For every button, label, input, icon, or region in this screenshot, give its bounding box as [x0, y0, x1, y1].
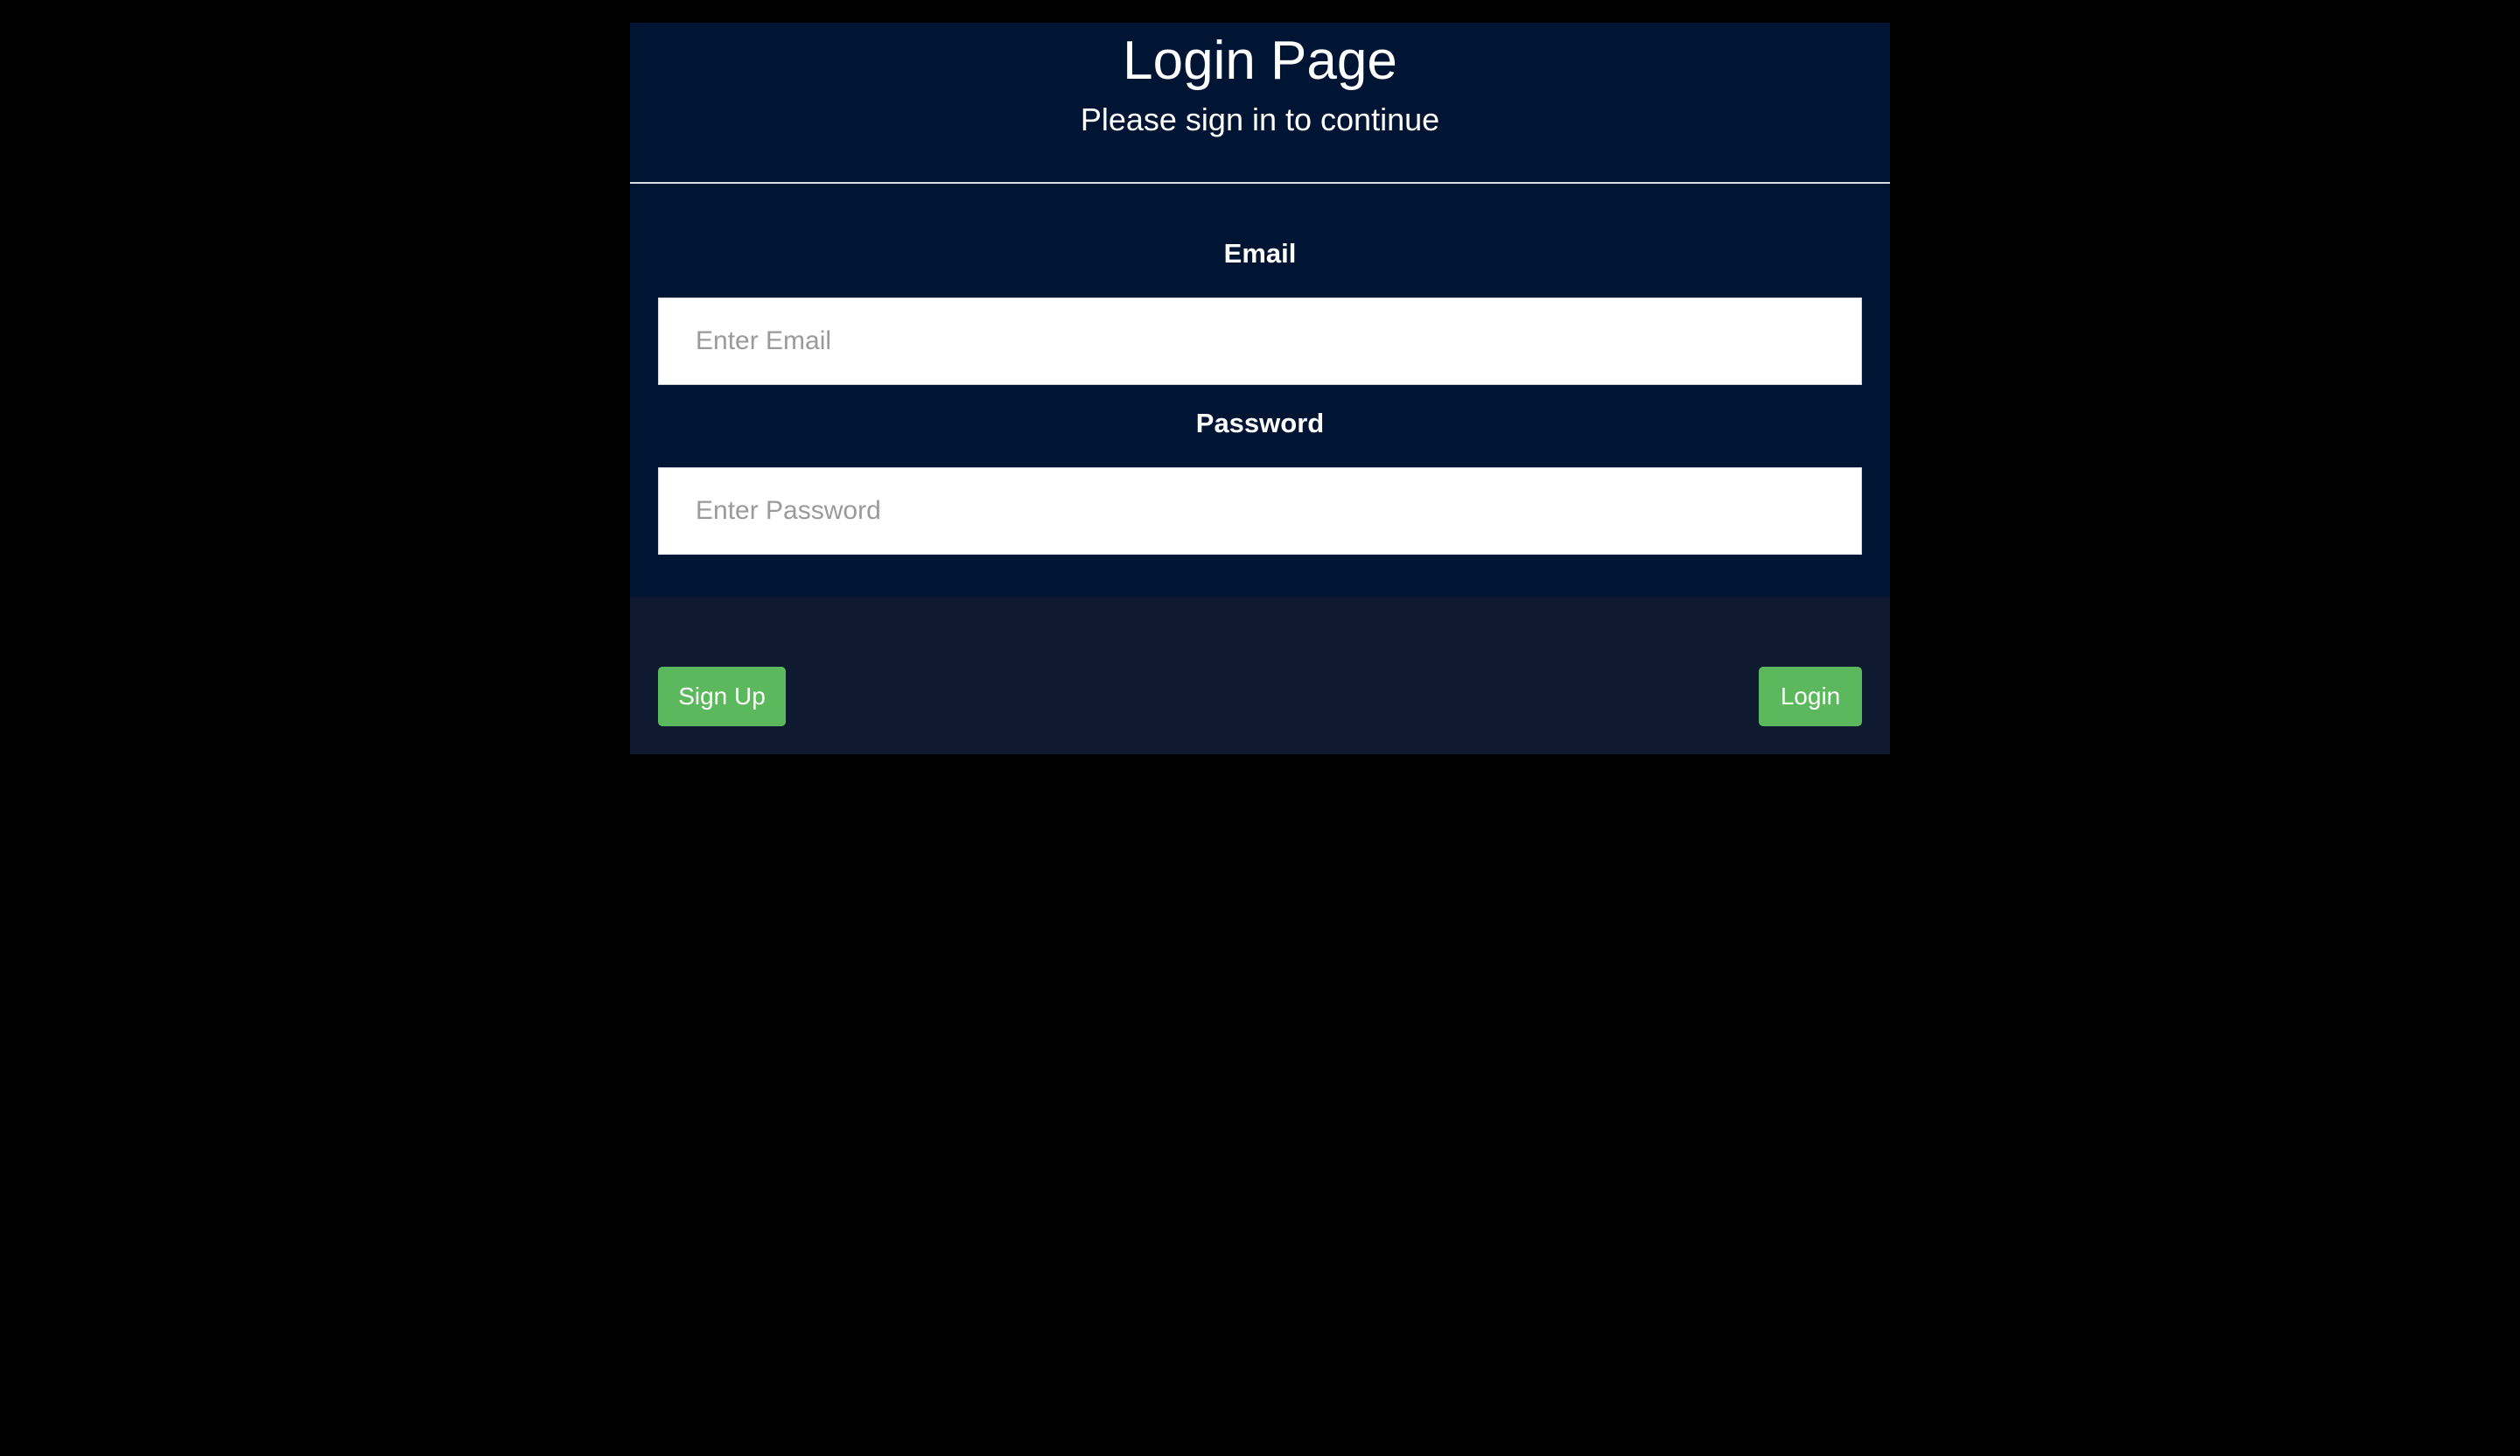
login-button[interactable]: Login	[1759, 667, 1862, 726]
password-field[interactable]	[658, 467, 1862, 555]
page-subtitle: Please sign in to continue	[1080, 102, 1440, 137]
page-title: Login Page	[1123, 31, 1397, 91]
password-label: Password	[1195, 408, 1325, 438]
sign-up-button[interactable]: Sign Up	[658, 667, 786, 726]
email-label: Email	[1223, 238, 1297, 269]
card-footer: Sign Up Login	[630, 597, 1890, 754]
email-field[interactable]	[658, 298, 1862, 385]
login-card: Login Page Please sign in to continue Em…	[630, 23, 1890, 754]
card-header: Login Page Please sign in to continue	[630, 23, 1890, 184]
login-form: Email Password	[630, 184, 1890, 597]
